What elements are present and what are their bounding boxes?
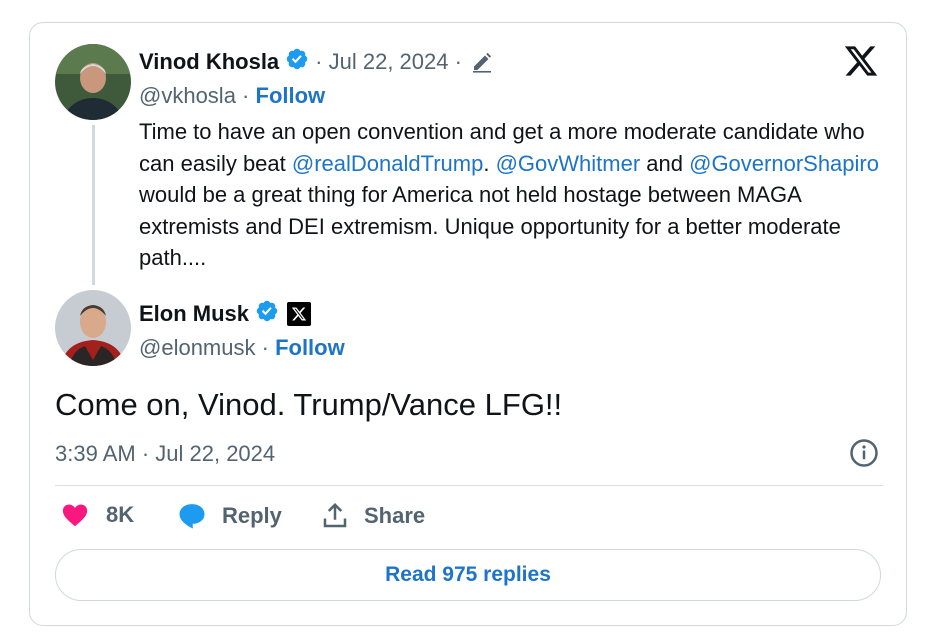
- avatar-vinod[interactable]: [55, 44, 131, 120]
- text-segment: .: [483, 150, 496, 176]
- verified-badge-icon: [255, 299, 279, 328]
- author-name[interactable]: Elon Musk: [139, 301, 249, 327]
- follow-button[interactable]: Follow: [256, 83, 326, 108]
- handle[interactable]: @vkhosla: [139, 83, 236, 108]
- tweet-date[interactable]: · Jul 22, 2024 ·: [315, 49, 462, 75]
- separator-dot: ·: [255, 335, 276, 360]
- divider: [55, 485, 883, 486]
- share-icon: [320, 501, 350, 531]
- reply-tweet-text: Come on, Vinod. Trump/Vance LFG!!: [55, 387, 563, 422]
- thread-line: [92, 125, 95, 285]
- share-button[interactable]: Share: [320, 501, 425, 531]
- read-replies-button[interactable]: Read 975 replies: [55, 549, 881, 601]
- reply-label: Reply: [222, 503, 282, 528]
- handle[interactable]: @elonmusk: [139, 335, 256, 360]
- share-label: Share: [364, 503, 426, 528]
- avatar-elon[interactable]: [55, 290, 131, 366]
- heart-icon: [60, 501, 90, 529]
- original-tweet-text: Time to have an open convention and get …: [139, 116, 899, 274]
- author-name[interactable]: Vinod Khosla: [139, 49, 279, 75]
- affiliate-x-icon[interactable]: [287, 301, 312, 326]
- reply-tweet-header: Elon Musk: [139, 299, 312, 328]
- verified-badge-icon: [285, 47, 309, 76]
- like-count: 8K: [106, 502, 135, 527]
- original-tweet-header: Vinod Khosla · Jul 22, 2024 ·: [139, 47, 494, 76]
- reply-bubble-icon: [176, 501, 208, 531]
- x-logo-icon[interactable]: [842, 43, 882, 83]
- separator-dot: ·: [235, 83, 256, 108]
- tweet-timestamp[interactable]: 3:39 AM · Jul 22, 2024: [55, 441, 275, 467]
- text-segment: would be a great thing for America not h…: [139, 182, 841, 270]
- like-button[interactable]: 8K: [60, 501, 134, 529]
- mention-link[interactable]: @GovWhitmer: [496, 151, 641, 176]
- mention-link[interactable]: @GovernorShapiro: [689, 151, 879, 176]
- text-segment: and: [640, 150, 690, 176]
- follow-button[interactable]: Follow: [275, 335, 345, 360]
- mention-link[interactable]: @realDonaldTrump: [292, 151, 483, 176]
- info-icon[interactable]: [849, 438, 879, 473]
- original-handle-line: @vkhosla · Follow: [139, 83, 325, 109]
- edit-pencil-icon: [470, 50, 494, 74]
- tweet-card: Vinod Khosla · Jul 22, 2024 · @vkhosla ·…: [29, 22, 907, 626]
- reply-button[interactable]: Reply: [176, 501, 282, 531]
- reply-handle-line: @elonmusk · Follow: [139, 335, 345, 361]
